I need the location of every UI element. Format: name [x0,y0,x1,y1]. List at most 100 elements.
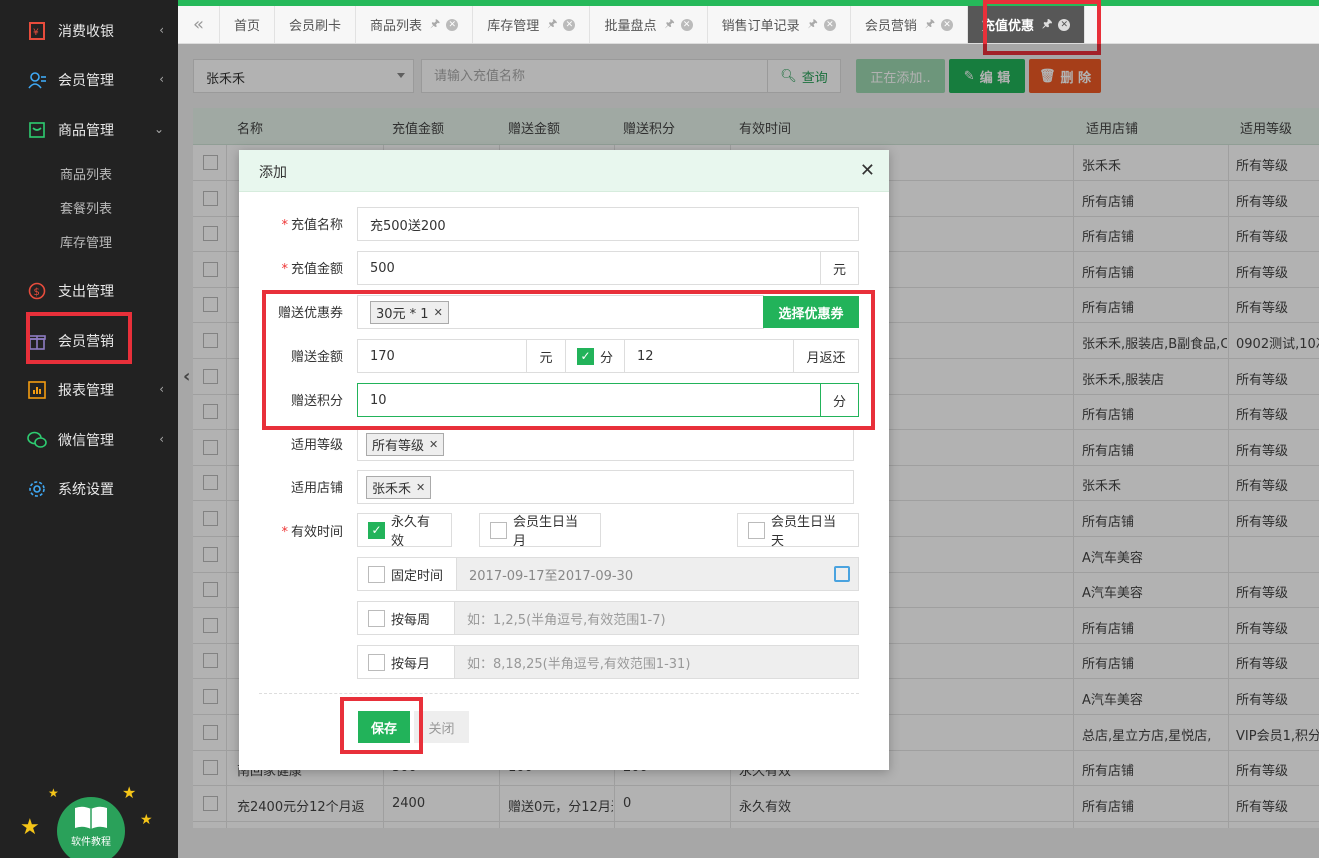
name-label: * 充值名称 [281,218,343,233]
tab-label: 批量盘点 [604,19,657,34]
sidebar-item-wechat[interactable]: 微信管理 ‹ [0,420,178,460]
pin-icon[interactable]: 🖈 [547,15,557,34]
tab-bar: « 首页 会员刷卡 商品列表 🖈 ✕ 库存管理 🖈 ✕ 批量盘点 🖈 ✕ 销售订单记录 🖈 ✕ … [178,6,1319,44]
close-button[interactable]: 关闭 [414,711,469,743]
name-input[interactable]: 充500送200 [357,207,859,241]
checkbox-icon[interactable] [368,653,385,671]
close-icon[interactable]: ✕ [860,160,875,181]
chevron-left-icon: ‹ [159,72,164,86]
expense-icon: $ [26,280,48,302]
sidebar-item-expense[interactable]: $ 支出管理 [0,271,178,311]
pin-icon[interactable]: 🖈 [1042,15,1052,34]
sidebar-item-label: 消费收银 [58,24,114,40]
chevron-left-icon: ‹ [159,23,164,37]
tab-recharge-promo[interactable]: 充值优惠 🖈 ✕ [968,6,1086,43]
pin-icon[interactable]: 🖈 [925,15,935,34]
monthly-option[interactable]: 按每月 [357,645,455,679]
checkbox-checked-icon[interactable]: ✓ [576,347,594,365]
sidebar-item-label: 微信管理 [58,433,114,449]
split-months-unit: 月返还 [793,339,859,373]
pin-icon[interactable]: 🖈 [808,15,818,34]
cashier-icon: ¥ [26,20,48,42]
level-field[interactable]: 所有等级 ✕ [357,427,854,461]
checkbox-icon[interactable] [368,565,385,583]
sidebar-item-label: 支出管理 [58,284,114,300]
points-input[interactable]: 10 [357,383,821,417]
select-coupon-button[interactable]: 选择优惠券 [763,296,859,328]
gift-amount-unit: 元 [526,339,566,373]
remove-tag-icon[interactable]: ✕ [416,481,425,494]
store-label: 适用店铺 [290,481,343,496]
svg-text:$: $ [34,287,40,298]
birthday-month-option[interactable]: 会员生日当月 [479,513,601,549]
weekly-input[interactable]: 如：1,2,5(半角逗号,有效范围1-7) [454,601,859,635]
tab-inventory[interactable]: 库存管理 🖈 ✕ [473,6,591,43]
chevron-left-icon: ‹ [159,432,164,446]
checkbox-checked-icon[interactable]: ✓ [368,521,385,539]
tab-label: 首页 [234,19,261,34]
tab-label: 销售订单记录 [721,19,800,34]
checkbox-icon[interactable] [490,521,507,539]
tabs-scroll-left-icon[interactable]: « [178,6,220,43]
close-icon[interactable]: ✕ [680,18,693,31]
sidebar-item-label: 报表管理 [58,383,114,399]
close-icon[interactable]: ✕ [1058,18,1071,31]
sidebar-item-marketing[interactable]: 会员营销 [0,321,178,361]
close-icon[interactable]: ✕ [823,18,836,31]
tab-label: 库存管理 [487,19,540,34]
tab-stocktake[interactable]: 批量盘点 🖈 ✕ [590,6,708,43]
report-icon [26,379,48,401]
fixed-time-input[interactable]: 2017-09-17至2017-09-30 [456,557,859,591]
tab-member-card[interactable]: 会员刷卡 [275,6,357,43]
level-label: 适用等级 [290,438,343,453]
gift-amount-input[interactable]: 170 [357,339,527,373]
weekly-option[interactable]: 按每周 [357,601,455,635]
star-icon: ★ [20,815,40,840]
forever-option[interactable]: ✓ 永久有效 [357,513,452,549]
sidebar-item-label: 系统设置 [58,482,114,498]
star-icon: ★ [48,786,59,800]
coupon-tag: 30元 * 1 ✕ [370,300,449,324]
sidebar-item-member[interactable]: 会员管理 ‹ [0,60,178,100]
birthday-day-option[interactable]: 会员生日当天 [737,513,859,549]
close-icon[interactable]: ✕ [563,18,576,31]
amount-unit: 元 [820,251,859,285]
calendar-icon[interactable] [834,566,850,582]
tab-member-marketing[interactable]: 会员营销 🖈 ✕ [851,6,969,43]
modal-title: 添加 [259,165,287,181]
pin-icon[interactable]: 🖈 [430,15,440,34]
checkbox-icon[interactable] [748,521,765,539]
remove-tag-icon[interactable]: ✕ [429,438,438,451]
tab-sales-orders[interactable]: 销售订单记录 🖈 ✕ [708,6,851,43]
tab-home[interactable]: 首页 [220,6,276,43]
sidebar-sub-item[interactable]: 库存管理 [60,232,112,251]
split-months-input[interactable]: 12 [624,339,794,373]
close-icon[interactable]: ✕ [941,18,954,31]
tab-goods-list[interactable]: 商品列表 🖈 ✕ [356,6,474,43]
split-toggle[interactable]: ✓ 分 [565,339,625,373]
close-icon[interactable]: ✕ [446,18,459,31]
checkbox-icon[interactable] [368,609,385,627]
sidebar-sub-item[interactable]: 商品列表 [60,164,112,183]
sidebar-item-report[interactable]: 报表管理 ‹ [0,370,178,410]
coupon-field[interactable]: 30元 * 1 ✕ [357,295,764,329]
sidebar-item-cashier[interactable]: ¥ 消费收银 ‹ [0,11,178,51]
pin-icon[interactable]: 🖈 [664,15,674,34]
chevron-down-icon: ⌄ [153,122,164,136]
save-button[interactable]: 保存 [358,711,410,743]
sidebar-item-settings[interactable]: 系统设置 [0,469,178,509]
sidebar-item-label: 会员营销 [58,334,114,350]
chevron-left-icon[interactable]: ‹ [183,366,190,387]
tab-label: 商品列表 [370,19,423,34]
modal-header: 添加 ✕ [239,150,889,192]
sidebar-item-goods[interactable]: 商品管理 ⌄ [0,110,178,150]
tutorial-label: 软件教程 [71,837,111,848]
remove-tag-icon[interactable]: ✕ [434,306,443,319]
monthly-input[interactable]: 如：8,18,25(半角逗号,有效范围1-31) [454,645,859,679]
level-tag: 所有等级 ✕ [366,432,445,456]
amount-input[interactable]: 500 [357,251,821,285]
sidebar-sub-item[interactable]: 套餐列表 [60,198,112,217]
fixed-time-option[interactable]: 固定时间 [357,557,457,591]
store-field[interactable]: 张禾禾 ✕ [357,470,854,504]
tutorial-button[interactable]: 软件教程 [57,797,125,858]
